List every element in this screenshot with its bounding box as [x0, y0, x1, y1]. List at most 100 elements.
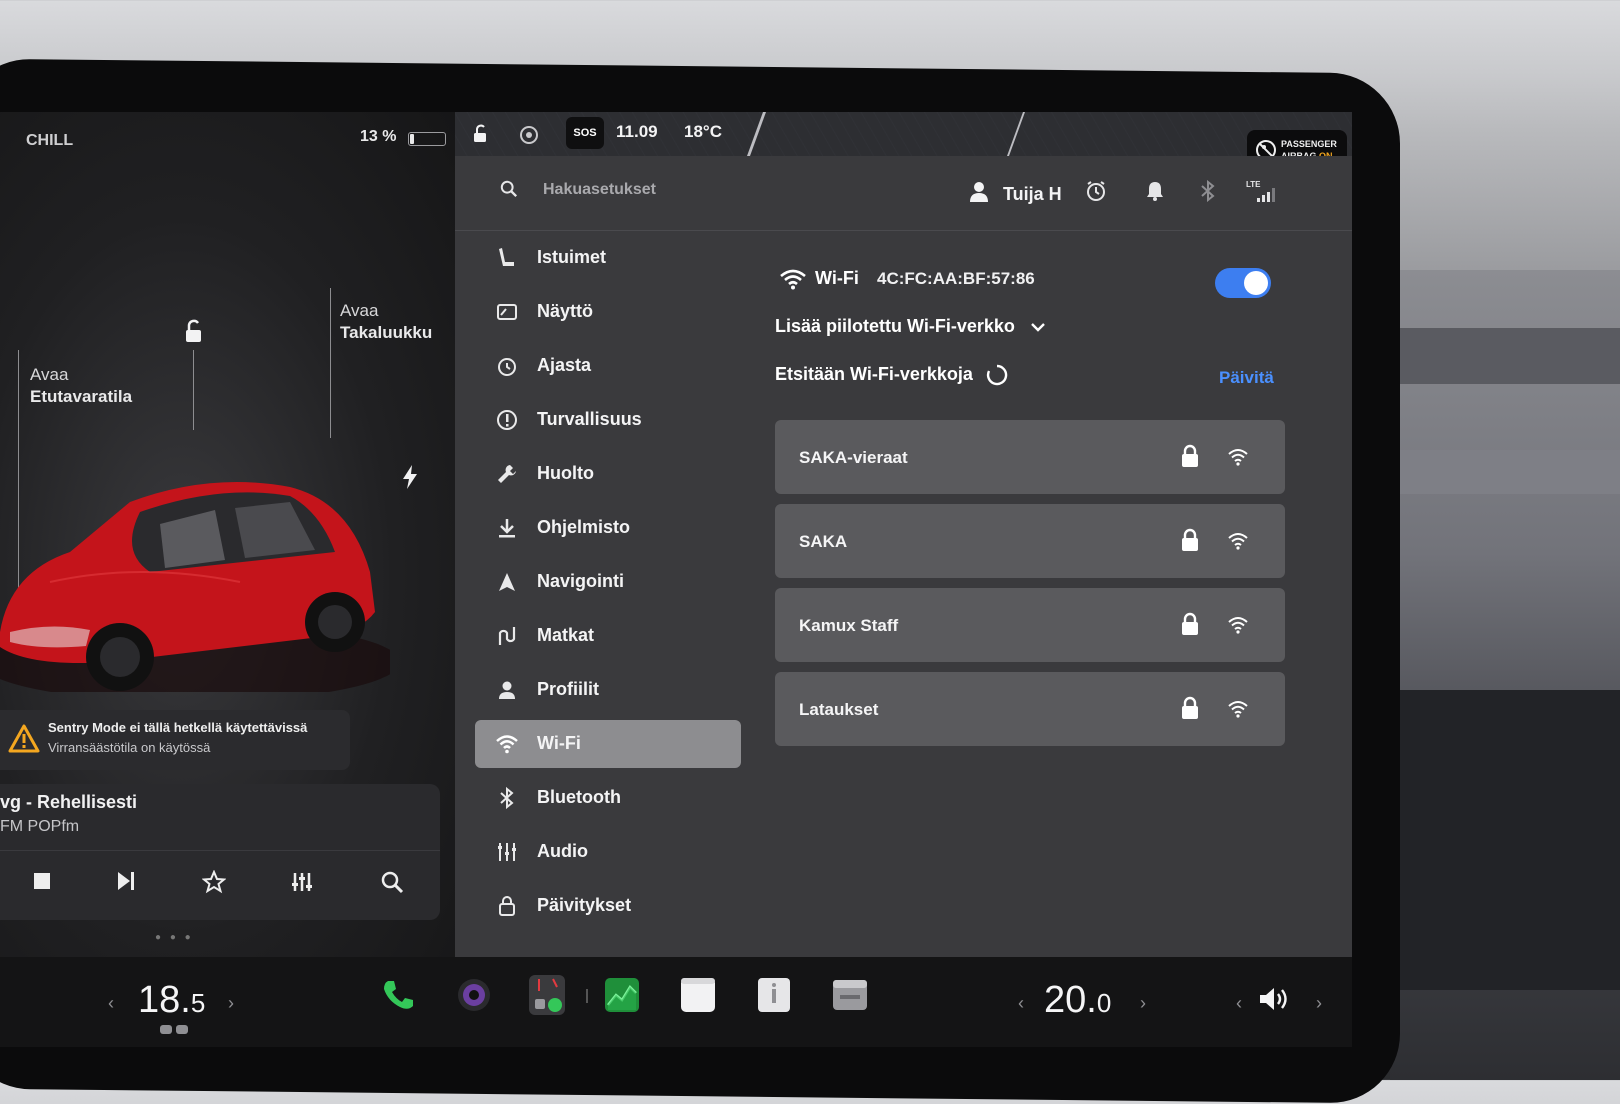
seat-heater-icon[interactable]	[158, 1023, 192, 1037]
menu-item-service[interactable]: Huolto	[475, 450, 741, 498]
menu-item-seats[interactable]: Istuimet	[475, 234, 741, 282]
bell-icon[interactable]	[1145, 180, 1165, 202]
wifi-signal-icon	[1228, 533, 1248, 550]
media-player: vg - Rehellisesti FM POPfm	[0, 784, 440, 920]
menu-item-label: Päivitykset	[537, 895, 632, 915]
menu-item-schedule[interactable]: Ajasta	[475, 342, 741, 390]
menu-item-profiles[interactable]: Profiilit	[475, 666, 741, 714]
bottom-dock: ‹ 18.5 › ‹ 20.0 › ‹ ›	[0, 957, 1352, 1047]
volume-up-button[interactable]: ›	[1316, 993, 1322, 1014]
browser-app-icon[interactable]	[832, 977, 868, 1013]
menu-item-trips[interactable]: Matkat	[475, 612, 741, 660]
driver-temp-up-button[interactable]: ›	[228, 993, 234, 1014]
menu-item-label: Bluetooth	[537, 787, 621, 807]
media-station: FM POPfm	[0, 818, 80, 835]
calendar-app-icon[interactable]	[680, 977, 716, 1013]
door-unlock-icon[interactable]	[470, 124, 490, 144]
wifi-icon	[496, 735, 518, 754]
background-room	[1390, 270, 1620, 1080]
driver-profile-name[interactable]: Tuija H	[1003, 184, 1062, 205]
alarm-clock-icon[interactable]	[1085, 180, 1107, 202]
passenger-temperature[interactable]: 20.0	[1044, 979, 1111, 1022]
volume-icon[interactable]	[1258, 985, 1292, 1013]
sentry-title: Sentry Mode ei tällä hetkellä käytettävi…	[48, 720, 308, 735]
driver-temperature[interactable]: 18.5	[138, 979, 205, 1022]
updates-icon	[499, 896, 515, 916]
wifi-network-item[interactable]: Lataukset	[775, 672, 1285, 746]
menu-item-wifi[interactable]: Wi-Fi	[475, 720, 741, 768]
lock-icon	[1182, 612, 1198, 635]
passenger-temp-int: 20.	[1044, 979, 1097, 1021]
driver-temp-down-button[interactable]: ‹	[108, 993, 114, 1014]
menu-item-navigation[interactable]: Navigointi	[475, 558, 741, 606]
media-search-button[interactable]	[378, 870, 406, 898]
energy-app-icon[interactable]	[604, 977, 640, 1013]
menu-item-software[interactable]: Ohjelmisto	[475, 504, 741, 552]
wifi-network-name: Kamux Staff	[799, 616, 899, 635]
menu-item-label: Ohjelmisto	[537, 517, 631, 537]
wrench-icon	[498, 465, 516, 483]
search-settings-input[interactable]: Hakuasetukset	[543, 181, 656, 199]
clock: 11.09	[616, 122, 658, 141]
volume-down-button[interactable]: ‹	[1236, 993, 1242, 1014]
menu-item-bluetooth[interactable]: Bluetooth	[475, 774, 741, 822]
toggle-knob	[1244, 271, 1268, 295]
user-icon[interactable]	[968, 180, 992, 204]
camera-icon[interactable]	[456, 977, 492, 1013]
wifi-network-name: SAKA-vieraat	[799, 448, 908, 467]
car-image	[0, 482, 390, 692]
wifi-network-name: Lataukset	[799, 700, 879, 719]
add-hidden-network-button[interactable]: Lisää piilotettu Wi-Fi-verkko	[775, 316, 1046, 337]
wifi-network-item[interactable]: Kamux Staff	[775, 588, 1285, 662]
drive-mode: CHILL	[26, 132, 74, 149]
touchscreen: CHILL 13 % Avaa Etutavaratila Avaa Takal…	[0, 112, 1352, 1047]
open-trunk-button[interactable]: Avaa Takaluukku	[340, 300, 432, 344]
open-frunk-button[interactable]: Avaa Etutavaratila	[30, 364, 132, 408]
star-icon	[201, 869, 227, 894]
map-road	[746, 112, 767, 156]
unlock-icon[interactable]	[180, 318, 206, 344]
seat-icon	[499, 248, 514, 266]
passenger-temp-up-button[interactable]: ›	[1140, 993, 1146, 1014]
equalizer-icon	[292, 873, 312, 891]
callout-line	[193, 350, 194, 430]
schedule-icon	[498, 358, 516, 376]
wifi-toggle[interactable]	[1215, 268, 1271, 298]
lock-icon	[1182, 528, 1198, 551]
display-icon	[497, 304, 517, 320]
skip-next-icon	[118, 872, 134, 890]
stop-button[interactable]	[28, 870, 56, 898]
wifi-signal-icon	[1228, 449, 1248, 466]
search-icon[interactable]	[500, 180, 518, 198]
sos-button[interactable]: SOS	[566, 117, 604, 149]
wifi-network-item[interactable]: SAKA-vieraat	[775, 420, 1285, 494]
dashcam-icon[interactable]	[518, 124, 540, 146]
open-frunk-label: Etutavaratila	[30, 387, 133, 406]
menu-item-updates[interactable]: Päivitykset	[475, 882, 741, 930]
stop-icon	[34, 873, 50, 889]
bluetooth-icon[interactable]	[1199, 180, 1217, 202]
manual-app-icon[interactable]	[756, 977, 792, 1013]
passenger-temp-down-button[interactable]: ‹	[1018, 993, 1024, 1014]
equalizer-button[interactable]	[288, 870, 316, 898]
toybox-icon[interactable]	[527, 973, 567, 1017]
menu-item-label: Istuimet	[537, 247, 607, 267]
phone-icon[interactable]	[380, 977, 416, 1013]
next-track-button[interactable]	[112, 870, 140, 898]
airbag-label: PASSENGER	[1281, 139, 1337, 149]
callout-line	[330, 288, 331, 438]
charge-port-icon[interactable]	[400, 464, 420, 490]
menu-item-audio[interactable]: Audio	[475, 828, 741, 876]
settings-panel: Hakuasetukset Tuija H LTE Istuimet Näytt…	[455, 156, 1352, 957]
wifi-icon	[780, 269, 806, 290]
navigation-icon	[499, 573, 515, 591]
menu-item-label: Audio	[537, 841, 588, 861]
menu-item-display[interactable]: Näyttö	[475, 288, 741, 336]
menu-item-safety[interactable]: Turvallisuus	[475, 396, 741, 444]
wifi-network-item[interactable]: SAKA	[775, 504, 1285, 578]
spinner-icon	[986, 365, 1008, 386]
menu-item-label: Näyttö	[537, 301, 594, 321]
passenger-temp-dec: 0	[1096, 988, 1112, 1018]
favorite-button[interactable]	[200, 869, 228, 898]
refresh-button[interactable]: Päivitä	[1219, 368, 1274, 388]
